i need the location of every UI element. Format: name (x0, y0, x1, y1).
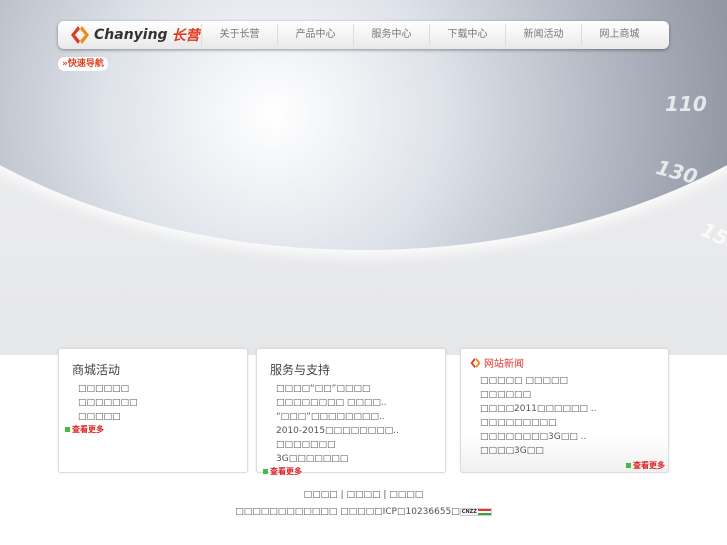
footer: □□□□ | □□□□ | □□□□ □□□□□□□□□□□□ □□□□□ICP… (0, 487, 727, 521)
nav-shop[interactable]: 网上商城 (581, 24, 657, 46)
footer-link[interactable]: □□□□ (389, 490, 423, 500)
main-nav: Chanying 长营 关于长营 产品中心 服务中心 下载中心 新闻活动 网上商… (58, 21, 669, 49)
mall-panel: 商城活动 □□□□□□ □□□□□□□ □□□□□ 查看更多 (58, 348, 248, 473)
service-more-link[interactable]: 查看更多 (263, 466, 445, 477)
list-item[interactable]: □□□□□□□□3G□□ .. (480, 430, 668, 444)
cnzz-badge[interactable]: CNZZ (459, 507, 492, 516)
list-item[interactable]: □□□□□□ (78, 382, 247, 396)
service-panel: 服务与支持 □□□□“□□”□□□□ □□□□□□□□ □□□□.. “□□□”… (256, 348, 446, 476)
news-panel: 网站新闻 □□□□□ □□□□□ □□□□□□ □□□□2011□□□□□□ .… (460, 348, 669, 473)
logo-brand: Chanying (94, 27, 168, 43)
mall-more-link[interactable]: 查看更多 (65, 424, 247, 435)
nav-service[interactable]: 服务中心 (353, 24, 429, 46)
separator: | (340, 490, 344, 500)
logo[interactable]: Chanying 长营 (58, 25, 201, 45)
list-item[interactable]: □□□□□□□ (78, 396, 247, 410)
list-item[interactable]: □□□□□□ (480, 388, 668, 402)
quick-nav-label: 快速导航 (67, 59, 104, 69)
list-item[interactable]: □□□□“□□”□□□□ (276, 382, 445, 396)
list-item[interactable]: □□□□2011□□□□□□ .. (480, 402, 668, 416)
list-item[interactable]: 2010-2015□□□□□□□□.. (276, 424, 445, 438)
nav-products[interactable]: 产品中心 (277, 24, 353, 46)
footer-link[interactable]: □□□□ (346, 490, 380, 500)
hero-banner: 110 130 150 (0, 0, 727, 355)
nav-about[interactable]: 关于长营 (201, 24, 277, 46)
list-item[interactable]: □□□□□ □□□□□ (480, 374, 668, 388)
list-item[interactable]: □□□□□□□□ □□□□.. (276, 396, 445, 410)
more-label: 查看更多 (72, 425, 104, 434)
plus-icon (65, 427, 70, 432)
nav-download[interactable]: 下载中心 (429, 24, 505, 46)
icp-text: □□□□□□□□□□□□ □□□□□ICP□10236655□ (235, 507, 460, 517)
cnzz-badge-text: CNZZ (461, 508, 477, 515)
plus-icon (263, 469, 268, 474)
list-item[interactable]: □□□□□ (78, 410, 247, 424)
footer-link[interactable]: □□□□ (304, 490, 338, 500)
list-item[interactable]: □□□□□□□ (276, 438, 445, 452)
more-label: 查看更多 (270, 467, 302, 476)
cnzz-flag-icon (477, 508, 491, 515)
news-title: 网站新闻 (484, 359, 524, 370)
logo-brand-cn: 长营 (171, 28, 200, 44)
logo-icon (71, 26, 89, 44)
more-label: 查看更多 (633, 461, 665, 470)
logo-icon (470, 357, 481, 368)
list-item[interactable]: 3G□□□□□□□ (276, 452, 445, 466)
mall-title: 商城活动 (72, 363, 121, 377)
nav-news[interactable]: 新闻活动 (505, 24, 581, 46)
speedo-number: 150 (696, 217, 727, 257)
speedo-number: 110 (665, 92, 707, 116)
list-item[interactable]: □□□□□□□□□ (480, 416, 668, 430)
quick-nav-button[interactable]: »快速导航 (58, 57, 108, 71)
list-item[interactable]: □□□□3G□□ (480, 444, 668, 458)
separator: | (383, 490, 387, 500)
plus-icon (626, 463, 631, 468)
service-title: 服务与支持 (270, 363, 331, 377)
list-item[interactable]: “□□□”□□□□□□□□.. (276, 410, 445, 424)
news-more-link[interactable]: 查看更多 (461, 460, 665, 471)
